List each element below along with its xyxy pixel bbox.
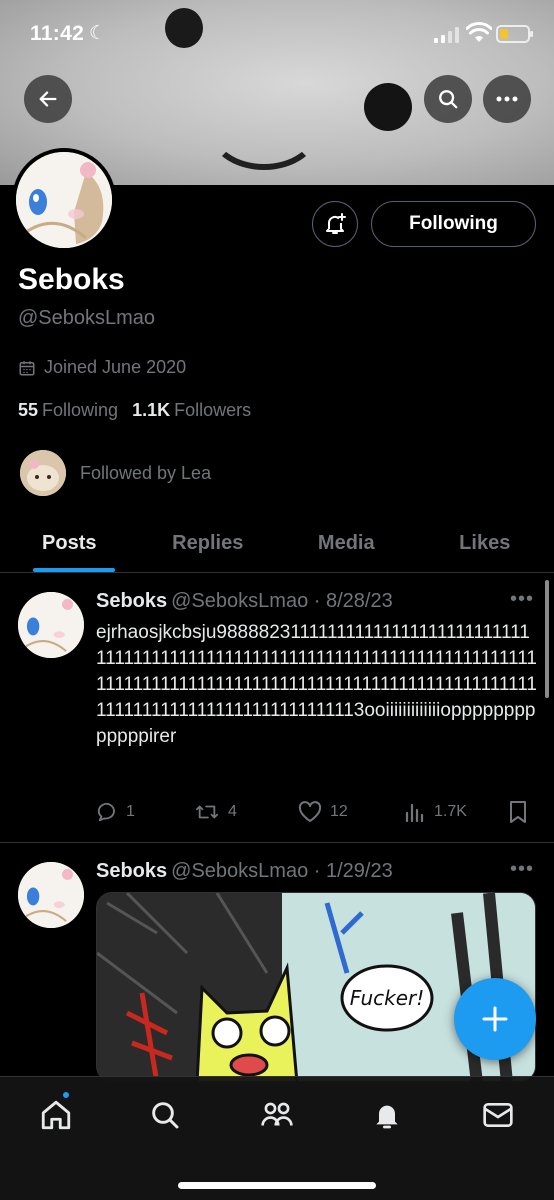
- post-text: ejrhaosjkcbsju98888231111111111111111111…: [96, 622, 537, 747]
- post-header: Seboks @SeboksLmao · 8/28/23: [96, 590, 393, 613]
- post-more-button[interactable]: •••: [510, 858, 534, 881]
- like-button[interactable]: 12: [298, 801, 404, 823]
- post-meta: @SeboksLmao · 1/29/23: [171, 860, 393, 882]
- post-actions: 1 4 12 1.7K: [96, 800, 528, 824]
- nav-explore[interactable]: [145, 1095, 185, 1135]
- home-indicator[interactable]: [178, 1182, 376, 1189]
- bell-icon: [376, 1105, 398, 1129]
- post-avatar[interactable]: [18, 592, 84, 658]
- home-icon: [41, 1100, 71, 1130]
- tab-label: Media: [317, 532, 375, 554]
- followers-count: 1.1K: [132, 400, 171, 420]
- tab-replies[interactable]: Replies: [139, 515, 278, 572]
- home-notification-dot: [61, 1090, 71, 1100]
- moon-icon: ☾: [89, 23, 107, 44]
- tab-label: Posts: [42, 532, 97, 554]
- repost-button[interactable]: 4: [194, 801, 298, 823]
- tab-label: Replies: [172, 532, 244, 554]
- battery-icon: [496, 25, 533, 43]
- search-button[interactable]: [424, 75, 472, 123]
- back-button[interactable]: [24, 75, 72, 123]
- post-avatar[interactable]: [18, 862, 84, 928]
- tab-likes[interactable]: Likes: [416, 515, 554, 572]
- reply-icon: [97, 802, 115, 822]
- scrollbar[interactable]: [545, 580, 549, 698]
- post-author: Seboks: [96, 860, 168, 882]
- compose-button[interactable]: [454, 978, 536, 1060]
- nav-messages[interactable]: [478, 1095, 518, 1135]
- bell-plus-icon: [326, 213, 346, 234]
- banner-smile: [208, 88, 320, 170]
- avatar-image: [16, 152, 112, 248]
- wifi-icon: [466, 22, 492, 42]
- views-button[interactable]: 1.7K: [404, 801, 504, 823]
- followers-label: Followers: [174, 400, 252, 420]
- bookmark-icon: [510, 801, 526, 823]
- repost-icon: [196, 805, 218, 819]
- arrow-left-icon: [39, 91, 57, 107]
- post-meta: @SeboksLmao · 8/28/23: [171, 590, 393, 612]
- post-more-button[interactable]: •••: [510, 588, 534, 611]
- more-icon: [496, 96, 518, 102]
- nav-notifications[interactable]: [367, 1095, 407, 1135]
- joined-text: Joined June 2020: [44, 357, 187, 377]
- reply-button[interactable]: 1: [96, 801, 194, 823]
- followers-stat[interactable]: 1.1K Followers: [132, 400, 251, 421]
- profile-screen: 11:42 ☾ Following Seboks @SeboksLmao Joi…: [0, 0, 554, 1200]
- profile-handle: @SeboksLmao: [18, 307, 156, 329]
- post-divider: [0, 842, 554, 843]
- heart-icon: [298, 801, 322, 822]
- views-icon: [405, 803, 424, 823]
- reply-count: 1: [126, 803, 135, 820]
- search-icon: [439, 90, 458, 109]
- profile-tabs: Posts Replies Media Likes: [0, 515, 554, 573]
- following-count: 55: [18, 400, 39, 420]
- joined-date: Joined June 2020: [18, 357, 186, 378]
- follower-avatar: [20, 450, 66, 496]
- status-bar: 11:42 ☾: [0, 0, 554, 70]
- repost-count: 4: [228, 803, 237, 820]
- status-time: 11:42: [30, 22, 85, 45]
- banner-eye-right: [364, 83, 412, 131]
- search-icon: [152, 1102, 179, 1129]
- profile-name: Seboks: [18, 263, 125, 296]
- profile-avatar[interactable]: [12, 148, 116, 252]
- following-stat[interactable]: 55 Following: [18, 400, 118, 421]
- mail-icon: [483, 1103, 513, 1127]
- plus-icon: [482, 1006, 508, 1032]
- following-button[interactable]: Following: [371, 201, 536, 247]
- tab-posts[interactable]: Posts: [0, 515, 139, 572]
- following-label: Following: [42, 400, 119, 420]
- follow-stats: 55 Following 1.1K Followers: [18, 400, 251, 421]
- nav-communities[interactable]: [257, 1095, 297, 1135]
- tab-media[interactable]: Media: [277, 515, 416, 572]
- view-count: 1.7K: [434, 803, 467, 820]
- signal-icon: [434, 27, 460, 43]
- followed-by-text: Followed by Lea: [80, 462, 212, 483]
- tab-label: Likes: [459, 532, 511, 554]
- like-count: 12: [330, 803, 348, 820]
- calendar-icon: [19, 360, 35, 375]
- bookmark-button[interactable]: [508, 800, 528, 824]
- notification-toggle-button[interactable]: [312, 201, 358, 247]
- active-tab-indicator: [33, 568, 115, 572]
- nav-home[interactable]: [36, 1095, 76, 1135]
- post-author: Seboks: [96, 590, 168, 612]
- communities-icon: [261, 1102, 293, 1126]
- post-header: Seboks @SeboksLmao · 1/29/23: [96, 860, 393, 883]
- followed-by[interactable]: Followed by Lea: [20, 450, 211, 496]
- more-options-button[interactable]: [483, 75, 531, 123]
- media-speech-text: Fucker!: [350, 986, 425, 1010]
